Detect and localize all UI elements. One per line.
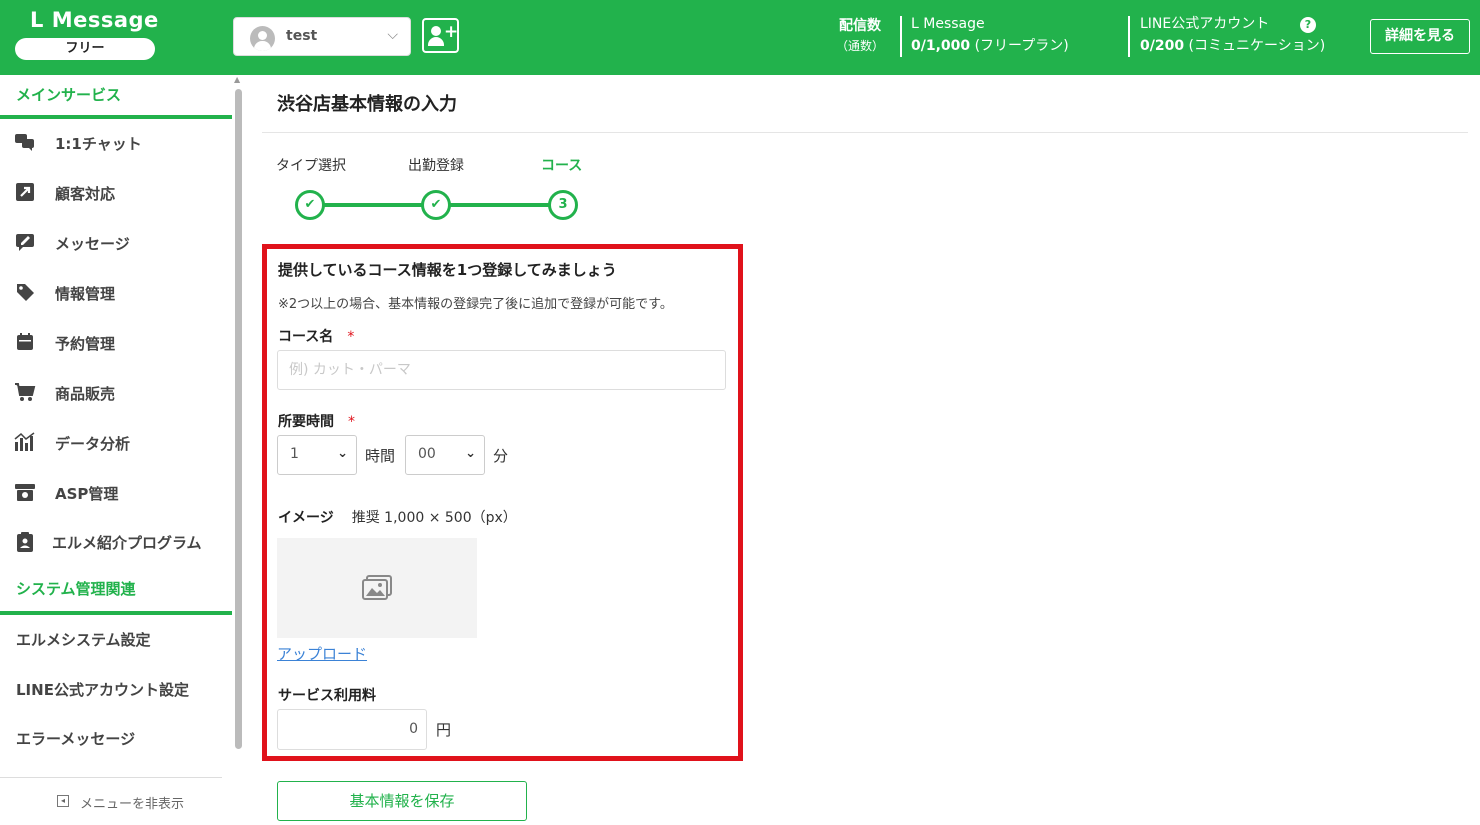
course-name-label: コース名 * <box>278 329 355 345</box>
step-label-course: コース <box>541 158 583 174</box>
required-mark: * <box>348 414 355 430</box>
chart-icon <box>14 432 36 452</box>
save-basic-info-button[interactable]: 基本情報を保存 <box>277 781 527 821</box>
tag-icon <box>14 282 36 302</box>
sidebar-item-label: データ分析 <box>55 435 131 453</box>
course-name-input[interactable] <box>277 350 726 390</box>
user-add-icon <box>431 26 441 36</box>
highlight-frame <box>262 244 743 761</box>
add-account-button[interactable]: + <box>422 18 459 53</box>
scroll-up-icon[interactable]: ▲ <box>234 75 240 84</box>
image-placeholder[interactable] <box>277 538 477 638</box>
avatar <box>250 26 275 51</box>
sidebar: メインサービス 1:1チャット 顧客対応 メッセージ 情報管理 予約管理 商品販 <box>0 75 247 825</box>
hours-select[interactable]: 1 ⌄ <box>277 435 357 475</box>
sidebar-item-info[interactable]: 情報管理 <box>0 273 232 313</box>
calendar-icon <box>14 332 36 352</box>
hide-menu-button[interactable]: ◂ メニューを非表示 <box>0 777 222 825</box>
page-title: 渋谷店基本情報の入力 <box>277 94 457 115</box>
sidebar-item-label: ASP管理 <box>55 485 119 503</box>
upload-link[interactable]: アップロード <box>277 643 367 664</box>
lmessage-stat: L Message 0/1,000 (フリープラン) <box>911 16 1069 54</box>
step-number-current: 3 <box>548 190 578 220</box>
fee-unit: 円 <box>436 721 452 739</box>
delivery-count-label: 配信数 （通数） <box>835 18 884 53</box>
account-name: test <box>286 28 318 44</box>
app-logo-title[interactable]: L Message <box>30 8 159 32</box>
chevron-down-icon: ⌄ <box>465 446 476 461</box>
plan-badge: フリー <box>15 38 155 60</box>
archive-icon <box>14 482 36 502</box>
sidebar-item-label: 1:1チャット <box>55 135 142 153</box>
image-size-hint: 推奨 1,000 × 500（px） <box>351 510 517 526</box>
line-account-stat: LINE公式アカウント 0/200 (コミュニケーション) <box>1140 16 1326 54</box>
minutes-select[interactable]: 00 ⌄ <box>405 435 485 475</box>
help-icon[interactable]: ? <box>1300 17 1316 33</box>
sidebar-item-sales[interactable]: 商品販売 <box>0 373 232 413</box>
sidebar-item-system-settings[interactable]: エルメシステム設定 <box>16 629 151 650</box>
section-system: システム管理関連 <box>0 575 232 615</box>
sidebar-item-message[interactable]: メッセージ <box>0 223 232 263</box>
sidebar-item-label: エルメ紹介プログラム <box>52 534 202 552</box>
sidebar-item-asp[interactable]: ASP管理 <box>0 473 232 513</box>
sidebar-item-label: 商品販売 <box>55 385 116 403</box>
top-header: L Message フリー test ⌵ + 配信数 （通数） L Messag… <box>0 0 1480 75</box>
sidebar-item-label: 予約管理 <box>55 335 116 353</box>
step-check-icon: ✔ <box>295 190 325 220</box>
sidebar-item-label: 顧客対応 <box>55 185 116 203</box>
sidebar-item-chat[interactable]: 1:1チャット <box>0 123 232 163</box>
step-label-attendance: 出勤登録 <box>408 158 464 174</box>
step-connector <box>324 203 424 207</box>
sidebar-item-label: メッセージ <box>55 235 130 253</box>
sidebar-scrollbar[interactable]: ▲ <box>234 75 242 775</box>
sidebar-item-referral[interactable]: エルメ紹介プログラム <box>0 522 232 562</box>
chevron-down-icon: ⌵ <box>387 27 398 43</box>
duration-label: 所要時間 * <box>278 414 355 430</box>
sidebar-item-customer[interactable]: 顧客対応 <box>0 173 232 213</box>
form-title: 提供しているコース情報を1つ登録してみましょう <box>278 261 617 279</box>
step-label-type: タイプ選択 <box>276 158 346 174</box>
detail-button[interactable]: 詳細を見る <box>1370 19 1470 54</box>
image-label: イメージ 推奨 1,000 × 500（px） <box>278 510 517 526</box>
fee-input[interactable]: 0 <box>277 709 427 750</box>
divider <box>262 132 1468 133</box>
image-icon <box>362 575 392 601</box>
step-connector <box>450 203 550 207</box>
header-divider <box>900 16 902 57</box>
sidebar-item-reservation[interactable]: 予約管理 <box>0 323 232 363</box>
sidebar-item-error-messages[interactable]: エラーメッセージ <box>16 728 135 749</box>
arrow-icon <box>14 182 36 202</box>
minutes-unit: 分 <box>493 447 509 465</box>
collapse-icon: ◂ <box>57 795 69 807</box>
section-main-services: メインサービス <box>0 80 232 119</box>
hide-menu-label: メニューを非表示 <box>80 797 185 812</box>
account-selector[interactable]: test ⌵ <box>233 17 411 56</box>
header-divider <box>1128 16 1130 57</box>
edit-message-icon <box>14 232 36 252</box>
sidebar-item-line-settings[interactable]: LINE公式アカウント設定 <box>16 679 189 700</box>
sidebar-item-label: 情報管理 <box>55 285 116 303</box>
chevron-down-icon: ⌄ <box>337 446 348 461</box>
hours-unit: 時間 <box>365 447 396 465</box>
clipboard-icon <box>14 531 36 552</box>
fee-label: サービス利用料 <box>278 688 376 704</box>
chat-icon <box>14 132 36 152</box>
cart-icon <box>14 382 36 402</box>
required-mark: * <box>347 329 355 345</box>
sidebar-item-analytics[interactable]: データ分析 <box>0 423 232 463</box>
form-note: ※2つ以上の場合、基本情報の登録完了後に追加で登録が可能です。 <box>278 297 673 312</box>
scroll-thumb[interactable] <box>235 89 242 749</box>
step-check-icon: ✔ <box>421 190 451 220</box>
